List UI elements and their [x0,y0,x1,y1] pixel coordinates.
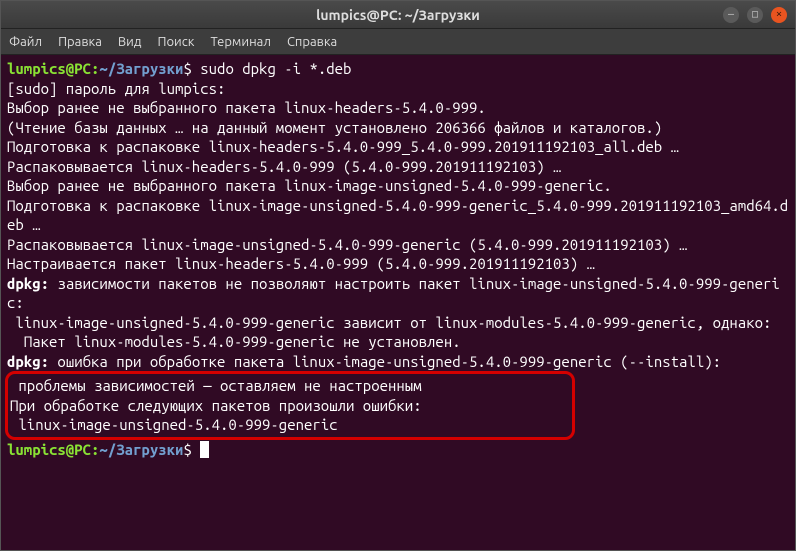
menu-file[interactable]: Файл [9,35,42,49]
menu-terminal[interactable]: Терминал [210,35,270,49]
menubar: Файл Правка Вид Поиск Терминал Справка [1,29,795,55]
output-line: Настраивается пакет linux-headers-5.4.0-… [7,254,789,274]
output-line: При обработке следующих пакетов произошл… [10,396,570,416]
prompt-line: lumpics@PC:~/Загрузки$ [7,440,789,460]
error-highlight-box: проблемы зависимостей — оставляем не нас… [5,371,575,440]
terminal-window: lumpics@PC: ~/Загрузки ‒ □ × Файл Правка… [0,0,796,551]
output-line: Пакет linux-modules-5.4.0-999-generic не… [7,332,789,352]
menu-help[interactable]: Справка [287,35,337,49]
menu-view[interactable]: Вид [118,35,142,49]
dpkg-prefix: dpkg: [7,275,49,292]
output-line: Подготовка к распаковке linux-image-unsi… [7,196,789,235]
menu-edit[interactable]: Правка [58,35,102,49]
output-line: Выбор ранее не выбранного пакета linux-i… [7,176,789,196]
output-line: проблемы зависимостей — оставляем не нас… [10,376,570,396]
dpkg-prefix: dpkg: [7,353,49,370]
output-line: Распаковывается linux-headers-5.4.0-999 … [7,157,789,177]
minimize-button[interactable]: ‒ [723,7,739,23]
output-line: Подготовка к распаковке linux-headers-5.… [7,137,789,157]
cursor-icon [200,441,209,458]
command-text: sudo dpkg -i *.deb [200,60,351,77]
prompt-user: lumpics@PC [7,441,91,458]
output-line: Выбор ранее не выбранного пакета linux-h… [7,98,789,118]
window-controls: ‒ □ × [723,7,787,23]
output-line: [sudo] пароль для lumpics: [7,79,789,99]
close-button[interactable]: × [771,7,787,23]
terminal-output[interactable]: lumpics@PC:~/Загрузки$ sudo dpkg -i *.de… [1,55,795,550]
output-line: dpkg: зависимости пакетов не позволяют н… [7,274,789,313]
window-title: lumpics@PC: ~/Загрузки [316,7,480,23]
output-line: linux-image-unsigned-5.4.0-999-generic з… [7,313,789,333]
menu-search[interactable]: Поиск [157,35,194,49]
maximize-button[interactable]: □ [747,7,763,23]
output-line: (Чтение базы данных … на данный момент у… [7,118,789,138]
prompt-path: ~/Загрузки [99,60,183,77]
titlebar: lumpics@PC: ~/Загрузки ‒ □ × [1,1,795,29]
prompt-user: lumpics@PC [7,60,91,77]
output-line: Распаковывается linux-image-unsigned-5.4… [7,235,789,255]
prompt-path: ~/Загрузки [99,441,183,458]
prompt-line: lumpics@PC:~/Загрузки$ sudo dpkg -i *.de… [7,59,789,79]
output-line: linux-image-unsigned-5.4.0-999-generic [10,415,570,435]
output-line: dpkg: ошибка при обработке пакета linux-… [7,352,789,372]
